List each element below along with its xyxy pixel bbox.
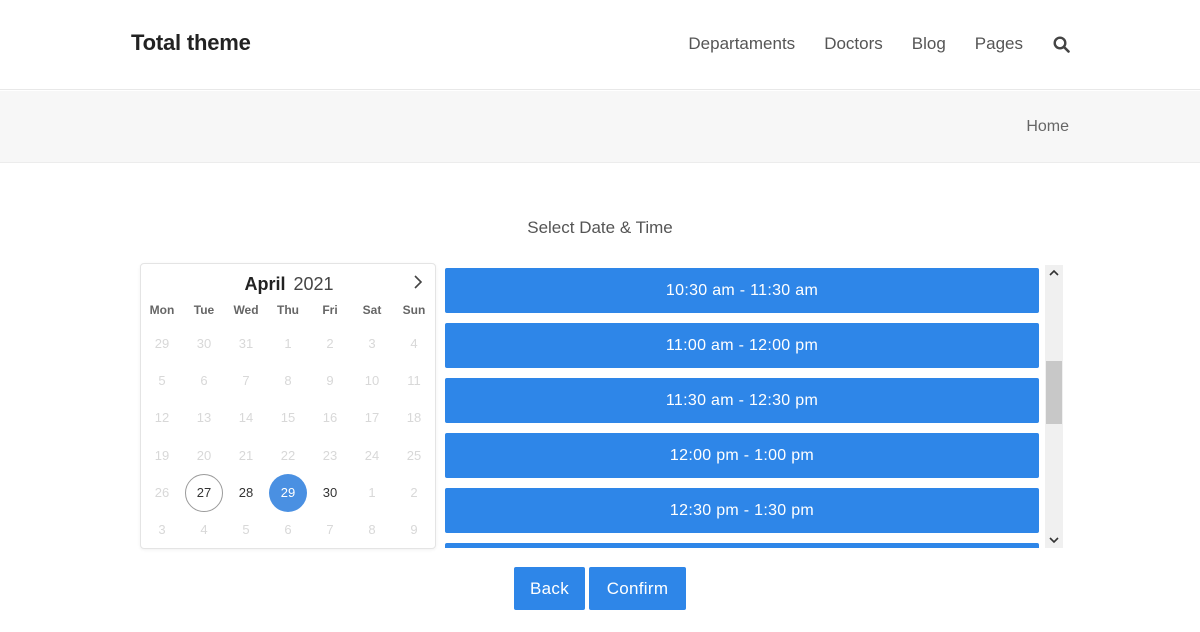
calendar-day-disabled: 20 xyxy=(196,447,212,463)
time-slot-button[interactable]: 12:30 pm - 1:30 pm xyxy=(445,488,1039,533)
weekday-label: Tue xyxy=(193,303,215,317)
calendar-day-disabled: 30 xyxy=(196,336,212,351)
search-icon[interactable] xyxy=(1052,35,1070,53)
calendar-day-disabled: 4 xyxy=(410,336,418,351)
calendar-header: April 2021 xyxy=(141,274,437,295)
calendar-day-disabled: 5 xyxy=(242,522,250,537)
calendar-day-disabled: 31 xyxy=(238,336,254,351)
calendar-day-disabled: 8 xyxy=(284,373,292,389)
site-header: Total theme Departaments Doctors Blog Pa… xyxy=(0,0,1200,90)
scroll-down-icon[interactable] xyxy=(1045,532,1063,548)
calendar-year: 2021 xyxy=(293,274,334,294)
calendar-day-disabled: 24 xyxy=(364,447,380,463)
calendar-day-disabled: 3 xyxy=(158,522,166,537)
scroll-up-icon[interactable] xyxy=(1045,265,1063,281)
calendar-day-selected[interactable]: 29 xyxy=(269,473,307,512)
nav-item-pages[interactable]: Pages xyxy=(975,34,1023,54)
calendar-day-disabled: 9 xyxy=(326,373,334,389)
time-slot-button[interactable]: 10:30 am - 11:30 am xyxy=(445,268,1039,313)
calendar-day-disabled: 25 xyxy=(406,447,422,463)
calendar-day-disabled: 14 xyxy=(238,410,254,426)
back-button[interactable]: Back xyxy=(514,567,585,610)
time-slot-list: 10:30 am - 11:30 am 11:00 am - 12:00 pm 11… xyxy=(445,266,1040,548)
calendar-day-disabled: 5 xyxy=(158,373,166,389)
calendar-day-disabled: 11 xyxy=(407,373,421,389)
calendar-day-disabled: 22 xyxy=(280,447,296,463)
time-slot-button[interactable]: 11:00 am - 12:00 pm xyxy=(445,323,1039,368)
calendar-day-disabled: 26 xyxy=(154,484,170,500)
weekday-label: Thu xyxy=(277,303,299,317)
calendar-day-disabled: 13 xyxy=(196,410,212,426)
date-picker: April 2021 Mon Tue Wed Thu Fri Sat Sun 29 30 31 1 2… xyxy=(140,263,436,549)
calendar-month: April xyxy=(244,274,286,294)
weekday-label: Wed xyxy=(233,303,259,317)
nav-item-blog[interactable]: Blog xyxy=(912,34,946,54)
time-slot-button[interactable]: 11:30 am - 12:30 pm xyxy=(445,378,1039,423)
calendar-day-disabled: 7 xyxy=(326,522,334,537)
calendar-day-disabled: 1 xyxy=(284,336,292,351)
calendar-day-disabled: 8 xyxy=(368,522,376,537)
time-slot-button[interactable] xyxy=(445,543,1039,548)
calendar-day-disabled: 2 xyxy=(326,336,334,351)
calendar-day-disabled: 29 xyxy=(154,336,170,351)
calendar-day[interactable]: 27 xyxy=(185,473,223,512)
calendar-day-disabled: 23 xyxy=(322,447,338,463)
calendar-day-disabled: 10 xyxy=(364,373,380,389)
scrollbar-thumb[interactable] xyxy=(1046,361,1062,424)
weekday-label: Sun xyxy=(402,303,426,317)
calendar-day-disabled: 21 xyxy=(238,447,254,463)
calendar-day[interactable]: 30 xyxy=(311,474,349,512)
calendar-day[interactable]: 28 xyxy=(227,474,265,512)
calendar-day-disabled: 12 xyxy=(154,410,170,426)
calendar-day-disabled: 18 xyxy=(406,410,422,426)
site-logo[interactable]: Total theme xyxy=(131,30,251,56)
chevron-right-icon[interactable] xyxy=(411,275,425,289)
calendar-day-disabled: 9 xyxy=(410,522,418,537)
weekday-label: Fri xyxy=(322,303,338,317)
nav-item-doctors[interactable]: Doctors xyxy=(824,34,883,54)
calendar-day-disabled: 6 xyxy=(284,522,292,537)
calendar-day-disabled: 6 xyxy=(200,373,208,389)
main-nav: Departaments Doctors Blog Pages xyxy=(659,34,1070,54)
calendar-day-disabled: 15 xyxy=(280,410,296,426)
breadcrumb-home[interactable]: Home xyxy=(1026,118,1069,136)
time-slot-button[interactable]: 12:00 pm - 1:00 pm xyxy=(445,433,1039,478)
calendar-day-disabled: 3 xyxy=(368,336,376,351)
calendar-day-disabled: 7 xyxy=(242,373,250,389)
calendar-day-disabled: 17 xyxy=(364,410,380,426)
calendar-day-disabled: 19 xyxy=(154,447,170,463)
calendar-day-disabled: 4 xyxy=(200,522,208,537)
calendar-day-disabled: 1 xyxy=(368,484,376,500)
booking-title: Select Date & Time xyxy=(527,218,673,237)
page-header-bar: Home xyxy=(0,91,1200,163)
nav-item-departaments[interactable]: Departaments xyxy=(688,34,795,54)
calendar-day-disabled: 16 xyxy=(322,410,338,426)
confirm-button[interactable]: Confirm xyxy=(589,567,686,610)
time-slot-scrollbar[interactable] xyxy=(1045,265,1063,548)
weekday-label: Mon xyxy=(149,303,175,317)
calendar-day-disabled: 2 xyxy=(410,484,418,500)
weekday-label: Sat xyxy=(362,303,382,317)
